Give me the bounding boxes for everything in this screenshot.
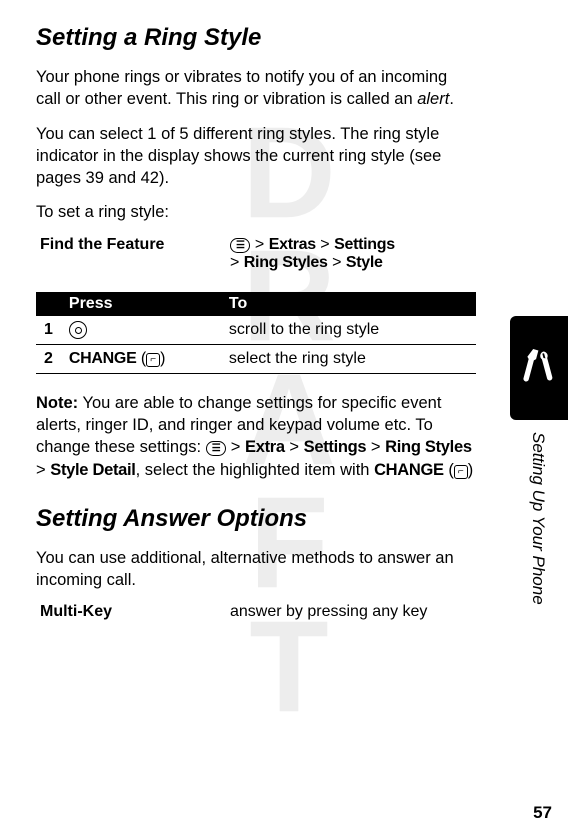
step-press bbox=[61, 316, 221, 345]
table-row: 1 scroll to the ring style bbox=[36, 316, 476, 345]
path-style: Style bbox=[346, 254, 383, 271]
path-sep: > bbox=[255, 236, 264, 253]
path-sep: > bbox=[371, 438, 381, 456]
menu-key-icon: ☰ bbox=[206, 441, 226, 456]
nav-key-icon bbox=[69, 321, 87, 339]
find-the-feature-row: Find the Feature ☰ > Extras > Settings >… bbox=[40, 236, 476, 272]
note-ring-styles: Ring Styles bbox=[385, 438, 472, 456]
change-label: CHANGE bbox=[69, 350, 137, 367]
note-extra: Extra bbox=[245, 438, 285, 456]
soft-key-icon: ⌐ bbox=[146, 353, 160, 367]
note-change: CHANGE bbox=[374, 461, 444, 479]
note-text-2: , select the highlighted item with bbox=[136, 461, 374, 479]
paragraph-select-styles: You can select 1 of 5 different ring sty… bbox=[36, 123, 476, 190]
step-to: scroll to the ring style bbox=[221, 316, 476, 345]
heading-setting-answer-options: Setting Answer Options bbox=[36, 505, 476, 533]
multi-key-row: Multi-Key answer by pressing any key bbox=[40, 603, 476, 621]
paragraph-alert: Your phone rings or vibrates to notify y… bbox=[36, 66, 476, 111]
multi-key-desc: answer by pressing any key bbox=[230, 603, 427, 621]
alert-term: alert bbox=[417, 90, 449, 108]
paragraph-alert-text: Your phone rings or vibrates to notify y… bbox=[36, 68, 447, 108]
step-to: select the ring style bbox=[221, 344, 476, 373]
page-number: 57 bbox=[533, 803, 552, 823]
path-sep: > bbox=[320, 236, 329, 253]
table-header-press: Press bbox=[61, 292, 221, 316]
path-ring-styles: Ring Styles bbox=[244, 254, 328, 271]
section-title-vertical: Setting Up Your Phone bbox=[528, 432, 548, 605]
soft-key-icon: ⌐ bbox=[454, 465, 468, 479]
find-the-feature-label: Find the Feature bbox=[40, 236, 230, 272]
path-sep: > bbox=[231, 438, 241, 456]
note-label: Note: bbox=[36, 394, 78, 412]
step-number: 1 bbox=[36, 316, 61, 345]
step-press: CHANGE (⌐) bbox=[61, 344, 221, 373]
note-block: Note: You are able to change settings fo… bbox=[36, 392, 476, 481]
table-row: 2 CHANGE (⌐) select the ring style bbox=[36, 344, 476, 373]
note-settings: Settings bbox=[304, 438, 367, 456]
menu-key-icon: ☰ bbox=[230, 238, 250, 253]
path-extras: Extras bbox=[269, 236, 316, 253]
step-number: 2 bbox=[36, 344, 61, 373]
heading-setting-ring-style: Setting a Ring Style bbox=[36, 24, 476, 52]
table-header-blank bbox=[36, 292, 61, 316]
wrench-icon-box bbox=[510, 316, 568, 420]
path-sep: > bbox=[289, 438, 299, 456]
paragraph-alert-end: . bbox=[449, 90, 454, 108]
multi-key-label: Multi-Key bbox=[40, 603, 230, 621]
side-tab: Setting Up Your Phone bbox=[510, 316, 568, 605]
wrench-screwdriver-icon bbox=[521, 344, 557, 392]
path-sep: > bbox=[332, 254, 341, 271]
table-header-to: To bbox=[221, 292, 476, 316]
path-settings: Settings bbox=[334, 236, 395, 253]
path-sep: > bbox=[230, 254, 239, 271]
note-style-detail: Style Detail bbox=[50, 461, 135, 479]
steps-table: Press To 1 scroll to the ring style 2 CH… bbox=[36, 292, 476, 374]
paragraph-answer-options: You can use additional, alternative meth… bbox=[36, 547, 476, 592]
paragraph-to-set: To set a ring style: bbox=[36, 201, 476, 223]
path-sep: > bbox=[36, 461, 46, 479]
menu-path: ☰ > Extras > Settings > Ring Styles > St… bbox=[230, 236, 476, 272]
